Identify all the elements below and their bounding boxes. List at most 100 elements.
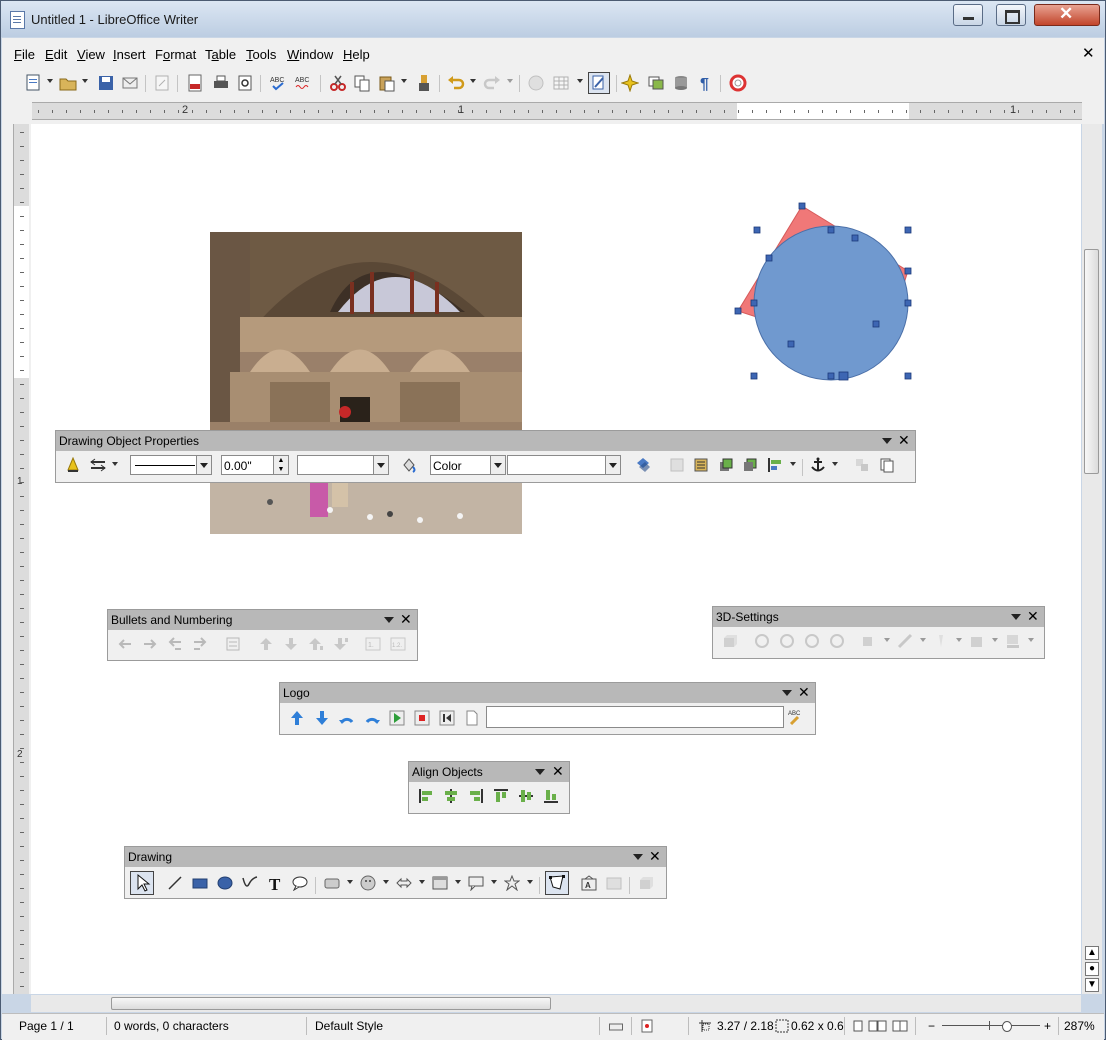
export-pdf-icon[interactable] bbox=[186, 74, 204, 92]
align-middle-icon[interactable] bbox=[518, 788, 534, 804]
move-down-with-subpoints-icon[interactable] bbox=[333, 636, 349, 652]
cut-icon[interactable] bbox=[329, 74, 347, 92]
autospellcheck-icon[interactable]: ABC bbox=[294, 74, 312, 92]
chevron-down-icon[interactable] bbox=[633, 854, 643, 860]
chevron-down-icon[interactable] bbox=[535, 769, 545, 775]
vertical-scrollbar[interactable]: ▲ ● ▼ bbox=[1082, 124, 1102, 994]
area-style-select[interactable]: Color bbox=[430, 455, 506, 475]
extrusion-toggle-icon[interactable] bbox=[722, 633, 738, 649]
line-style-icon[interactable] bbox=[65, 457, 81, 473]
close-panel-button[interactable]: ✕ bbox=[1027, 608, 1039, 624]
paste-icon[interactable] bbox=[378, 74, 396, 92]
surface-icon[interactable] bbox=[969, 633, 985, 649]
page-indicator[interactable]: Page 1 / 1 bbox=[19, 1019, 74, 1033]
zoom-out-button[interactable]: − bbox=[928, 1019, 935, 1033]
chevron-down-icon[interactable] bbox=[832, 462, 838, 466]
spelling-icon[interactable]: ABC bbox=[269, 74, 287, 92]
edit-file-icon[interactable] bbox=[153, 74, 171, 92]
undo-icon[interactable] bbox=[447, 74, 465, 92]
menu-tools[interactable]: Tools bbox=[246, 47, 276, 62]
chevron-down-icon[interactable] bbox=[882, 438, 892, 444]
tilt-up-icon[interactable] bbox=[779, 633, 795, 649]
new-document-icon[interactable] bbox=[24, 74, 42, 92]
zoom-slider-thumb[interactable] bbox=[1002, 1021, 1012, 1032]
menu-table[interactable]: Table bbox=[205, 47, 236, 62]
object-properties-icon[interactable] bbox=[879, 457, 895, 473]
chevron-down-icon[interactable] bbox=[112, 462, 118, 466]
symbol-shapes-icon[interactable] bbox=[360, 875, 376, 891]
move-up-with-subpoints-icon[interactable] bbox=[308, 636, 324, 652]
align-bottom-icon[interactable] bbox=[543, 788, 559, 804]
turtle-forward-icon[interactable] bbox=[289, 710, 305, 726]
menu-window[interactable]: Window bbox=[287, 47, 333, 62]
freeform-line-icon[interactable] bbox=[242, 875, 258, 891]
extrusion-on-off-icon[interactable] bbox=[638, 875, 654, 891]
word-count[interactable]: 0 words, 0 characters bbox=[114, 1019, 229, 1033]
show-draw-functions-icon[interactable] bbox=[588, 72, 610, 94]
wrap-off-icon[interactable] bbox=[669, 457, 685, 473]
gallery-icon[interactable] bbox=[647, 74, 665, 92]
horizontal-scrollbar-thumb[interactable] bbox=[111, 997, 551, 1010]
formatting-marks-icon[interactable]: ¶ bbox=[697, 74, 715, 92]
chevron-down-icon[interactable] bbox=[507, 79, 513, 83]
close-panel-button[interactable]: ✕ bbox=[552, 763, 564, 779]
menu-edit[interactable]: Edit bbox=[45, 47, 67, 62]
translate-icon[interactable]: ABC bbox=[788, 709, 804, 725]
promote-icon[interactable] bbox=[142, 636, 158, 652]
points-edit-icon[interactable] bbox=[545, 871, 569, 895]
print-icon[interactable] bbox=[212, 74, 230, 92]
align-objects-icon[interactable] bbox=[767, 457, 783, 473]
align-top-icon[interactable] bbox=[493, 788, 509, 804]
tilt-left-icon[interactable] bbox=[804, 633, 820, 649]
home-icon[interactable] bbox=[439, 710, 455, 726]
close-panel-button[interactable]: ✕ bbox=[898, 432, 910, 448]
chevron-down-icon[interactable] bbox=[527, 880, 533, 884]
language-icon[interactable] bbox=[609, 1020, 623, 1032]
shadow-icon[interactable] bbox=[635, 457, 651, 473]
area-fill-icon[interactable] bbox=[401, 457, 417, 473]
zoom-percentage[interactable]: 287% bbox=[1064, 1019, 1095, 1033]
basic-shapes-icon[interactable] bbox=[324, 875, 340, 891]
chevron-down-icon[interactable] bbox=[577, 79, 583, 83]
zoom-in-button[interactable]: + bbox=[1044, 1019, 1051, 1033]
menu-file[interactable]: File bbox=[14, 47, 35, 62]
restart-numbering-icon[interactable]: 1. bbox=[365, 636, 381, 652]
move-down-icon[interactable] bbox=[283, 636, 299, 652]
align-center-icon[interactable] bbox=[443, 788, 459, 804]
stars-icon[interactable] bbox=[504, 875, 520, 891]
chevron-down-icon[interactable] bbox=[790, 462, 796, 466]
inserted-photo[interactable] bbox=[210, 232, 522, 534]
chevron-down-icon[interactable] bbox=[383, 880, 389, 884]
open-folder-icon[interactable] bbox=[59, 74, 77, 92]
document-modified-icon[interactable] bbox=[641, 1019, 653, 1033]
zoom-slider-track[interactable] bbox=[942, 1025, 1040, 1026]
3d-color-icon[interactable] bbox=[1005, 633, 1021, 649]
direction-icon[interactable] bbox=[897, 633, 913, 649]
anchor-icon[interactable] bbox=[810, 457, 826, 473]
panel-header[interactable]: 3D-Settings ✕ bbox=[713, 607, 1044, 627]
text-box-icon[interactable]: T bbox=[267, 875, 283, 891]
ellipse-icon[interactable] bbox=[217, 875, 233, 891]
wrap-page-icon[interactable] bbox=[693, 457, 709, 473]
menu-view[interactable]: View bbox=[77, 47, 105, 62]
close-window-button[interactable]: ✕ bbox=[1034, 4, 1100, 26]
chevron-down-icon[interactable] bbox=[920, 638, 926, 642]
logo-command-input[interactable] bbox=[486, 706, 784, 728]
maximize-button[interactable] bbox=[996, 4, 1026, 26]
close-document-button[interactable]: ✕ bbox=[1082, 44, 1095, 62]
lighting-icon[interactable] bbox=[933, 633, 949, 649]
rectangle-icon[interactable] bbox=[192, 875, 208, 891]
turtle-left-icon[interactable] bbox=[339, 710, 355, 726]
horizontal-scrollbar[interactable] bbox=[31, 995, 1081, 1012]
chevron-down-icon[interactable] bbox=[401, 79, 407, 83]
navigator-icon[interactable] bbox=[621, 74, 639, 92]
clear-screen-icon[interactable] bbox=[464, 710, 480, 726]
panel-header[interactable]: Bullets and Numbering ✕ bbox=[108, 610, 417, 630]
panel-header[interactable]: Logo ✕ bbox=[280, 683, 815, 703]
send-to-back-icon[interactable] bbox=[742, 457, 758, 473]
close-panel-button[interactable]: ✕ bbox=[649, 848, 661, 864]
line-color-select[interactable] bbox=[297, 455, 389, 475]
turtle-backward-icon[interactable] bbox=[314, 710, 330, 726]
tilt-right-icon[interactable] bbox=[829, 633, 845, 649]
insert-unnumbered-entry-icon[interactable] bbox=[225, 636, 241, 652]
